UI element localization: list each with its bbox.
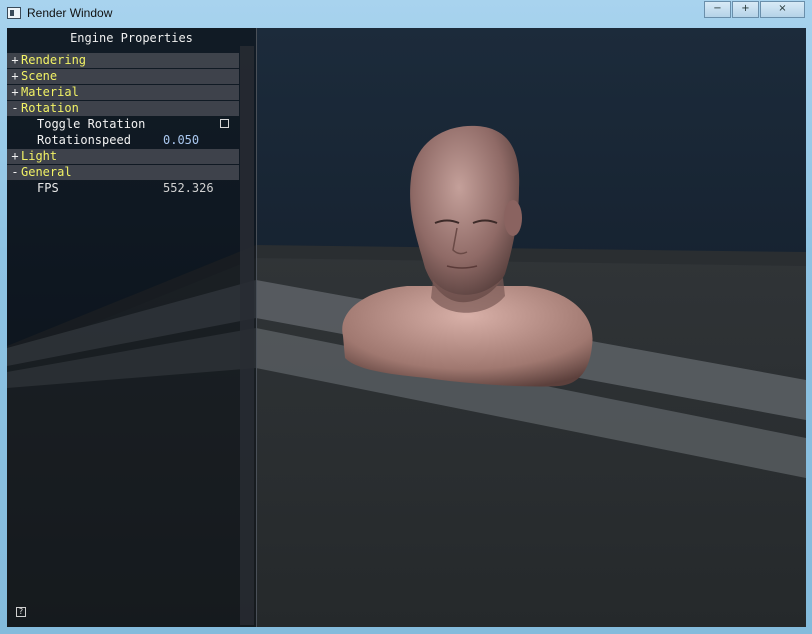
- render-window: Render Window − + × Engine Properties + …: [0, 0, 812, 634]
- fps-label: FPS: [37, 181, 59, 195]
- collapse-toggle[interactable]: -: [10, 101, 20, 116]
- group-label: General: [21, 165, 72, 179]
- group-light[interactable]: + Light: [7, 149, 239, 164]
- group-rendering[interactable]: + Rendering: [7, 53, 239, 68]
- maximize-button[interactable]: +: [732, 1, 759, 18]
- window-title: Render Window: [27, 6, 113, 20]
- group-label: Rotation: [21, 101, 79, 115]
- engine-properties-panel: Engine Properties + Rendering + Scene + …: [7, 28, 257, 627]
- property-toggle-rotation: Toggle Rotation: [7, 117, 239, 132]
- minimize-button[interactable]: −: [704, 1, 731, 18]
- group-label: Material: [21, 85, 79, 99]
- property-label: Rotationspeed: [37, 133, 131, 147]
- group-label: Rendering: [21, 53, 87, 67]
- collapse-toggle[interactable]: -: [10, 165, 20, 180]
- expand-toggle[interactable]: +: [10, 85, 20, 100]
- close-button[interactable]: ×: [760, 1, 805, 18]
- property-label: Toggle Rotation: [37, 117, 146, 131]
- panel-title: Engine Properties: [70, 31, 193, 45]
- help-button[interactable]: ?: [16, 607, 26, 617]
- expand-toggle[interactable]: +: [10, 69, 20, 84]
- fps-value: 552.326: [163, 181, 214, 195]
- group-general[interactable]: - General: [7, 165, 239, 180]
- expand-toggle[interactable]: +: [10, 149, 20, 164]
- expand-toggle[interactable]: +: [10, 53, 20, 68]
- property-fps: FPS 552.326: [7, 181, 239, 196]
- group-scene[interactable]: + Scene: [7, 69, 239, 84]
- rotation-speed-field[interactable]: 0.050: [163, 133, 199, 148]
- group-rotation[interactable]: - Rotation: [7, 101, 239, 116]
- title-bar[interactable]: Render Window − + ×: [0, 0, 812, 28]
- window-app-icon[interactable]: [7, 7, 21, 19]
- toggle-rotation-checkbox[interactable]: [220, 119, 229, 128]
- group-label: Scene: [21, 69, 58, 83]
- panel-scrollbar[interactable]: [240, 46, 254, 625]
- property-rotation-speed: Rotationspeed 0.050: [7, 133, 239, 148]
- render-viewport[interactable]: Engine Properties + Rendering + Scene + …: [7, 28, 806, 627]
- group-label: Light: [21, 149, 58, 163]
- group-material[interactable]: + Material: [7, 85, 239, 100]
